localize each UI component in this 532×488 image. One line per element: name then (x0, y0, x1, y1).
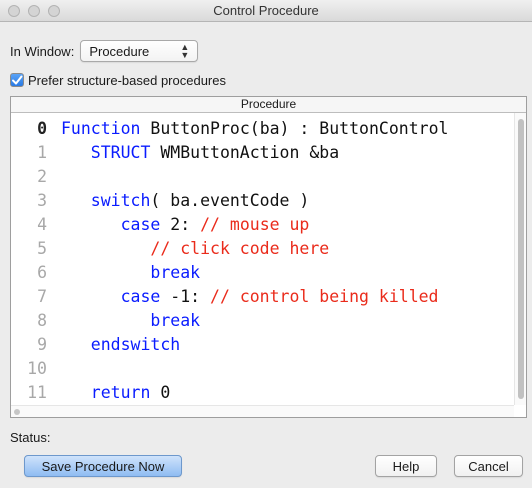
code-text: 2: (160, 215, 201, 234)
code-keyword: endswitch (61, 335, 181, 354)
prefer-structure-checkbox[interactable] (10, 73, 24, 87)
line-number: 11 (27, 383, 47, 402)
code-line[interactable]: case 2: // mouse up (61, 213, 514, 237)
line-number: 1 (37, 143, 47, 162)
code-area[interactable]: 0123456789101112 Function ButtonProc(ba)… (11, 113, 514, 417)
save-procedure-button[interactable]: Save Procedure Now (24, 455, 182, 477)
vertical-scrollbar[interactable] (514, 113, 526, 405)
prefer-structure-label: Prefer structure-based procedures (28, 72, 226, 88)
code-line[interactable]: STRUCT WMButtonAction &ba (61, 141, 514, 165)
in-window-popup[interactable]: Procedure ▲ ▼ (80, 40, 199, 62)
line-number: 5 (37, 239, 47, 258)
horizontal-scrollbar[interactable] (11, 405, 514, 417)
code-comment: // control being killed (210, 287, 439, 306)
line-number: 10 (27, 359, 47, 378)
code-keyword: break (61, 263, 201, 282)
prefer-structure-row[interactable]: Prefer structure-based procedures (10, 70, 226, 90)
code-line[interactable]: break (61, 261, 514, 285)
code-keyword: switch (61, 191, 151, 210)
line-number: 0 (37, 119, 47, 138)
editor-header: Procedure (11, 97, 526, 113)
code-line[interactable] (61, 165, 514, 189)
code-lines[interactable]: Function ButtonProc(ba) : ButtonControl … (61, 117, 514, 417)
line-number: 8 (37, 311, 47, 330)
line-number: 4 (37, 215, 47, 234)
code-comment: // click code here (61, 239, 330, 258)
code-text: WMButtonAction &ba (150, 143, 340, 162)
line-number: 2 (37, 167, 47, 186)
code-comment: // mouse up (200, 215, 310, 234)
code-keyword: Function (61, 119, 141, 138)
line-number: 9 (37, 335, 47, 354)
code-text: -1: (160, 287, 211, 306)
line-number-gutter: 0123456789101112 (11, 117, 47, 417)
code-text: ( ba.eventCode ) (150, 191, 310, 210)
line-number: 6 (37, 263, 47, 282)
procedure-editor[interactable]: Procedure 0123456789101112 Function Butt… (10, 96, 527, 418)
checkmark-icon (12, 75, 23, 85)
code-keyword: STRUCT (61, 143, 151, 162)
code-line[interactable]: switch( ba.eventCode ) (61, 189, 514, 213)
code-line[interactable]: return 0 (61, 381, 514, 405)
in-window-row: In Window: Procedure ▲ ▼ (10, 40, 199, 62)
horizontal-scroll-thumb[interactable] (14, 409, 20, 415)
code-keyword: case (61, 215, 161, 234)
in-window-selected: Procedure (89, 43, 150, 59)
window-title: Control Procedure (213, 3, 319, 18)
title-bar: Control Procedure (0, 0, 532, 22)
code-text: 0 (150, 383, 171, 402)
code-keyword: break (61, 311, 201, 330)
line-number: 7 (37, 287, 47, 306)
code-line[interactable]: // click code here (61, 237, 514, 261)
code-keyword: return (61, 383, 151, 402)
code-line[interactable]: Function ButtonProc(ba) : ButtonControl (61, 117, 514, 141)
code-line[interactable]: case -1: // control being killed (61, 285, 514, 309)
code-line[interactable]: endswitch (61, 333, 514, 357)
help-button[interactable]: Help (375, 455, 437, 477)
code-line[interactable]: break (61, 309, 514, 333)
vertical-scroll-thumb[interactable] (518, 119, 524, 399)
code-line[interactable] (61, 357, 514, 381)
code-keyword: case (61, 287, 161, 306)
cancel-button[interactable]: Cancel (454, 455, 523, 477)
in-window-label: In Window: (10, 43, 75, 59)
popup-arrows-icon: ▲ ▼ (180, 42, 190, 60)
code-text: ButtonProc(ba) : ButtonControl (140, 119, 449, 138)
line-number: 3 (37, 191, 47, 210)
status-label: Status: (10, 430, 51, 445)
